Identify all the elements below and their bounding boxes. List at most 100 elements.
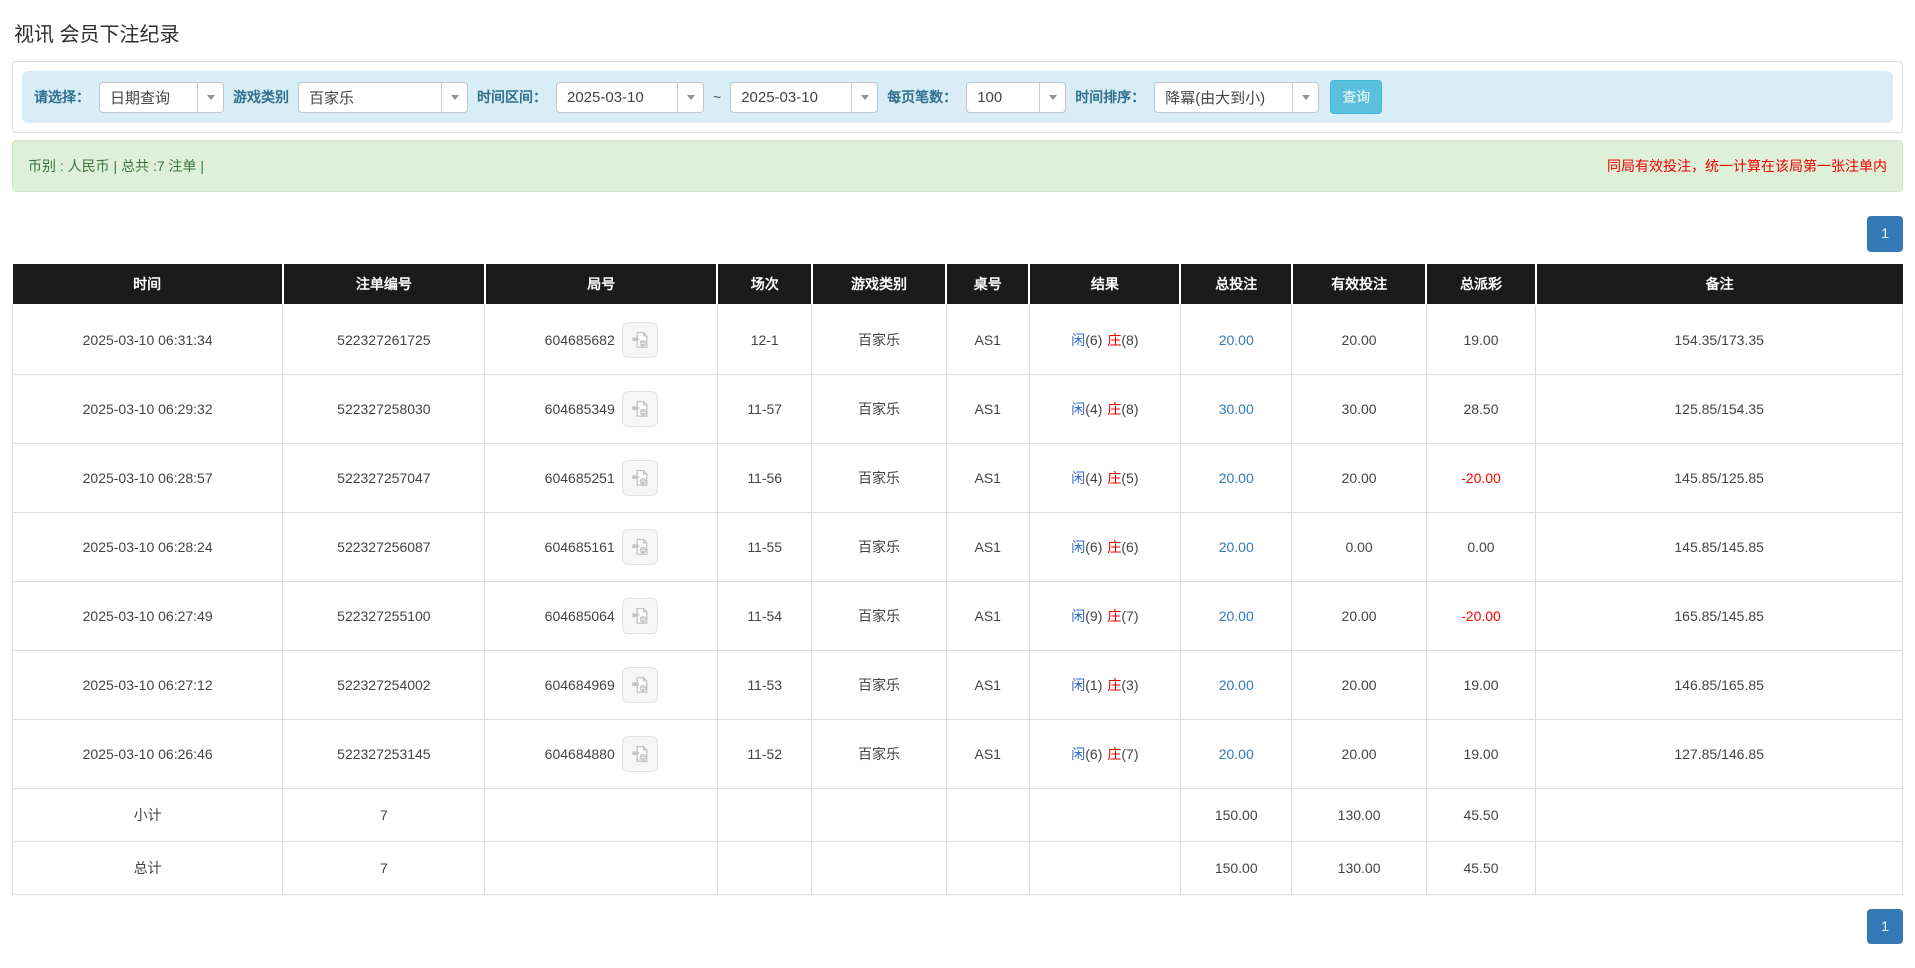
table-number-cell: AS1	[945, 580, 1030, 651]
payout-cell: -20.00	[1425, 442, 1537, 513]
banker-result: 庄	[1107, 538, 1122, 555]
page-size-select[interactable]: 100	[966, 81, 1067, 113]
summary-label-cell: 总计	[11, 840, 284, 895]
player-result: 闲	[1071, 469, 1086, 486]
valid-bet-cell: 20.00	[1291, 304, 1427, 375]
video-replay-button[interactable]	[621, 735, 658, 772]
subtotal-row: 小计 7 150.00 130.00 45.50	[11, 787, 1903, 842]
time-cell: 2025-03-10 06:29:32	[11, 373, 284, 444]
table-number-cell: AS1	[945, 718, 1030, 789]
chevron-down-icon	[1292, 82, 1318, 112]
session-cell: 11-53	[716, 649, 813, 720]
date-to-select[interactable]: 2025-03-10	[730, 81, 879, 113]
total-bet-cell: 20.00	[1179, 580, 1293, 651]
game-type-cell: 百家乐	[811, 511, 947, 582]
total-bet-link[interactable]: 20.00	[1219, 470, 1254, 486]
bet-number-cell: 522327261725	[282, 304, 486, 375]
valid-bet-cell: 20.00	[1291, 580, 1427, 651]
column-header: 结果	[1029, 263, 1182, 306]
result-cell: 闲(6) 庄(6)	[1028, 511, 1181, 582]
total-bet-cell: 30.00	[1179, 373, 1293, 444]
table-number-cell: AS1	[945, 511, 1030, 582]
video-replay-button[interactable]	[621, 666, 658, 703]
search-button[interactable]: 查询	[1330, 80, 1383, 114]
video-replay-button[interactable]	[621, 390, 658, 427]
round-number-cell: 604685251	[484, 442, 718, 513]
video-replay-button[interactable]	[621, 528, 658, 565]
payout-cell: 19.00	[1425, 649, 1537, 720]
remark-cell: 145.85/145.85	[1535, 511, 1903, 582]
session-cell: 11-57	[716, 373, 813, 444]
total-bet-link[interactable]: 20.00	[1219, 608, 1254, 624]
page-size-label: 每页笔数：	[887, 89, 958, 105]
column-header: 桌号	[946, 263, 1031, 306]
session-cell: 11-52	[716, 718, 813, 789]
chevron-down-icon	[851, 82, 877, 112]
column-header: 游戏类别	[811, 263, 948, 306]
session-cell: 11-55	[716, 511, 813, 582]
video-replay-icon	[631, 675, 648, 693]
summary-valid-bet-cell: 130.00	[1291, 787, 1427, 842]
total-bet-cell: 20.00	[1179, 304, 1293, 375]
page-title: 视讯 会员下注纪录	[14, 24, 180, 46]
bet-number-cell: 522327257047	[282, 442, 486, 513]
game-type-select[interactable]: 百家乐	[298, 81, 468, 113]
result-cell: 闲(1) 庄(3)	[1028, 649, 1181, 720]
summary-payout-cell: 45.50	[1425, 840, 1537, 895]
total-bet-link[interactable]: 20.00	[1219, 677, 1254, 693]
date-from-select[interactable]: 2025-03-10	[556, 81, 704, 113]
video-replay-button[interactable]	[621, 597, 658, 634]
filter-bar: 请选择： 日期查询 游戏类别 百家乐 时间区间： 2025-03-10 ~ 20…	[22, 71, 1893, 123]
column-header: 场次	[717, 263, 813, 306]
summary-label-cell: 小计	[11, 787, 284, 842]
total-bet-link[interactable]: 30.00	[1219, 401, 1254, 417]
bet-number-cell: 522327254002	[282, 649, 486, 720]
summary-total-bet-cell: 150.00	[1179, 787, 1293, 842]
game-type-cell: 百家乐	[811, 718, 947, 789]
total-bet-link[interactable]: 20.00	[1219, 746, 1254, 762]
table-row: 2025-03-10 06:27:12 522327254002 604684969…	[11, 649, 1903, 720]
result-cell: 闲(6) 庄(7)	[1028, 718, 1181, 789]
video-replay-button[interactable]	[621, 459, 658, 496]
page-1-button[interactable]: 1	[1867, 216, 1903, 252]
column-header: 总派彩	[1426, 263, 1537, 306]
date-from-value: 2025-03-10	[567, 88, 644, 106]
video-replay-button[interactable]	[621, 321, 658, 358]
total-bet-cell: 20.00	[1179, 649, 1293, 720]
table-row: 2025-03-10 06:29:32 522327258030 604685349…	[11, 373, 1903, 444]
total-bet-cell: 20.00	[1179, 511, 1293, 582]
column-header: 局号	[484, 263, 719, 306]
video-replay-icon	[631, 744, 648, 762]
video-replay-icon	[631, 330, 648, 348]
page-size-value: 100	[977, 88, 1003, 106]
filter-panel: 请选择： 日期查询 游戏类别 百家乐 时间区间： 2025-03-10 ~ 20…	[12, 61, 1903, 133]
query-type-label: 请选择：	[34, 89, 90, 105]
round-number: 604684880	[544, 745, 615, 762]
result-cell: 闲(9) 庄(7)	[1028, 580, 1181, 651]
time-sort-select[interactable]: 降冪(由大到小)	[1154, 81, 1320, 113]
total-bet-link[interactable]: 20.00	[1219, 332, 1254, 348]
session-cell: 11-56	[716, 442, 813, 513]
video-replay-icon	[631, 537, 648, 555]
player-result: 闲	[1071, 331, 1086, 348]
player-result: 闲	[1071, 538, 1086, 555]
column-header: 总投注	[1180, 263, 1293, 306]
table-number-cell: AS1	[945, 649, 1030, 720]
game-type-label: 游戏类别	[233, 89, 289, 105]
banker-result: 庄	[1107, 331, 1122, 348]
bet-number-cell: 522327253145	[282, 718, 486, 789]
time-cell: 2025-03-10 06:27:49	[11, 580, 284, 651]
page-1-button[interactable]: 1	[1867, 908, 1903, 945]
time-cell: 2025-03-10 06:27:12	[11, 649, 284, 720]
date-to-value: 2025-03-10	[741, 88, 818, 106]
player-result: 闲	[1071, 400, 1086, 417]
payout-cell: -20.00	[1425, 580, 1537, 651]
payout-cell: 28.50	[1425, 373, 1537, 444]
column-header: 注单编号	[282, 263, 486, 306]
game-type-cell: 百家乐	[811, 580, 947, 651]
table-number-cell: AS1	[945, 442, 1030, 513]
game-type-cell: 百家乐	[811, 649, 947, 720]
total-bet-link[interactable]: 20.00	[1219, 539, 1254, 555]
grand-total-row: 总计 7 150.00 130.00 45.50	[11, 840, 1903, 895]
query-type-select[interactable]: 日期查询	[99, 81, 224, 113]
